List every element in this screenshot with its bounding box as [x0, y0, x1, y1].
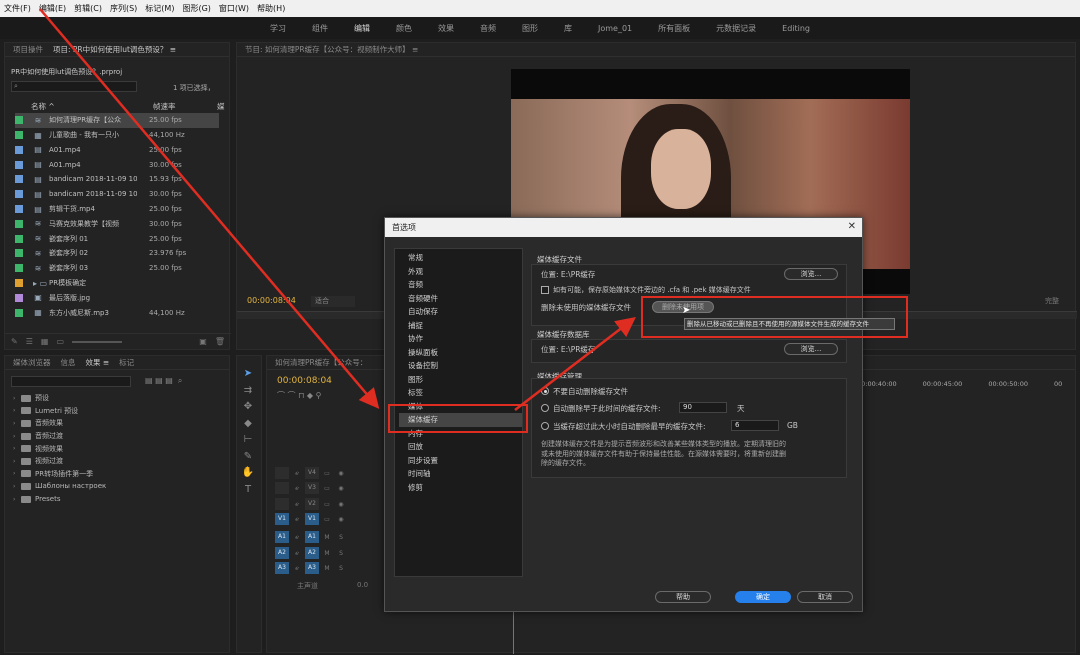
arrow-to-delete-button	[514, 316, 636, 411]
annotation-arrows	[39, 8, 636, 411]
arrow-to-media-cache	[39, 8, 380, 409]
